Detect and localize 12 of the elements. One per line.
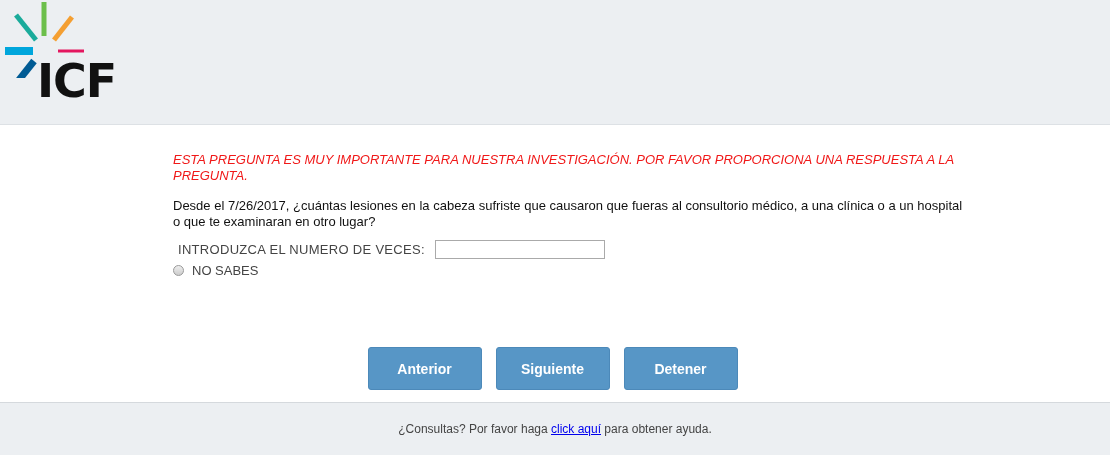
warning-text: ESTA PREGUNTA ES MUY IMPORTANTE PARA NUESTRA INVESTIGACIÓN. POR FAVOR PROPORCIONA UNA RESPUESTA A LA PREGUNTA. (173, 152, 955, 184)
nav-button[interactable]: Detener (623, 347, 738, 390)
radio-button[interactable] (173, 265, 184, 276)
help-link[interactable]: click aquí (551, 422, 601, 436)
field-label: INTRODUZCA EL NUMERO DE VECES: (178, 242, 425, 257)
radio-label: NO SABES (192, 263, 259, 278)
input-field[interactable] (434, 240, 605, 259)
logo-text: ICF (37, 58, 117, 104)
question-text: Desde el 7/26/2017, ¿cuántas lesiones en la cabeza sufriste que causaron que fueras al consultorio médico, a una clínica o a un hospital o que te examinaran en otro lugar? (173, 198, 963, 230)
nav-button[interactable]: Anterior (367, 347, 482, 390)
help-text: ¿Consultas? Por favor haga click aquí para obtener ayuda. (398, 422, 712, 436)
nav-button[interactable]: Siguiente (495, 347, 610, 390)
